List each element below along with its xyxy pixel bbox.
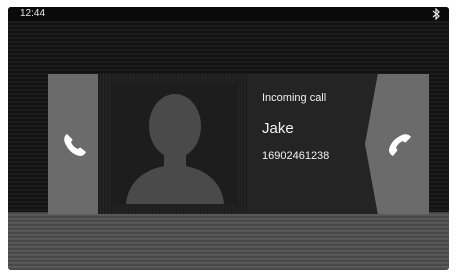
clock: 12:44 xyxy=(20,8,46,19)
car-display-screen: 12:44 Incoming call Jake 16902461238 xyxy=(8,7,449,270)
phone-hangup-icon xyxy=(385,130,415,160)
person-silhouette-icon xyxy=(112,84,238,204)
bluetooth-icon xyxy=(431,7,441,21)
caller-number: 16902461238 xyxy=(262,150,330,162)
caller-name: Jake xyxy=(262,120,294,137)
phone-answer-icon xyxy=(60,130,90,160)
status-bar: 12:44 xyxy=(8,7,449,21)
caller-info: Incoming call Jake 16902461238 xyxy=(248,74,379,214)
incoming-call-label: Incoming call xyxy=(262,92,327,104)
incoming-call-card: Incoming call Jake 16902461238 xyxy=(48,74,429,214)
caller-avatar xyxy=(112,84,238,204)
decline-call-button[interactable] xyxy=(365,74,429,214)
caller-details: Incoming call Jake 16902461238 xyxy=(98,74,379,214)
